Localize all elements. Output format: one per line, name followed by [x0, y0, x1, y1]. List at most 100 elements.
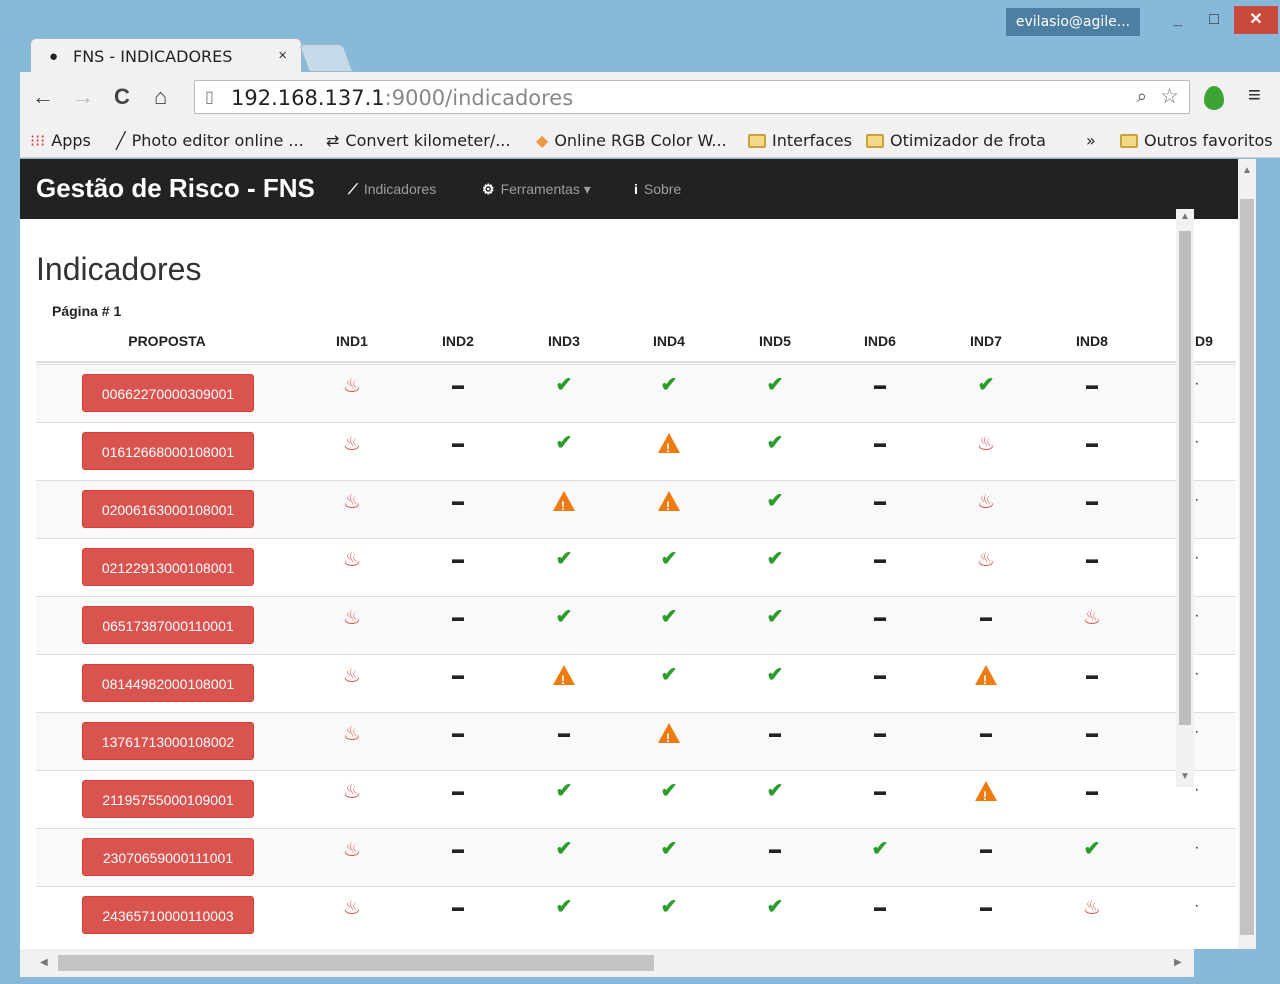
close-tab-icon[interactable]: ×	[278, 47, 287, 64]
fire-icon: ♨	[343, 895, 361, 919]
browser-toolbar: ← → C ⌂ ▯ 192.168.137.1:9000/indicadores…	[20, 72, 1280, 126]
dash-icon: ▬	[874, 494, 886, 508]
color-diamond-icon: ◆	[536, 131, 549, 150]
column-header-ind3: IND3	[548, 333, 580, 349]
fire-icon: ♨	[977, 489, 995, 513]
fire-icon: ♨	[977, 431, 995, 455]
fire-icon: ♨	[343, 721, 361, 745]
check-icon: ✔	[660, 548, 678, 570]
nav-ferramentas[interactable]: ⚙ Ferramentas ▾	[482, 181, 591, 198]
bookmark-apps[interactable]: ⁝⁝⁝ Apps	[30, 131, 91, 150]
table-header: PROPOSTA IND1 IND2 IND3 IND4 IND5 IND6 IND7 IND8…	[36, 327, 1236, 363]
dash-icon: ▬	[452, 552, 464, 566]
horizontal-scrollbar[interactable]: ◀ ▶	[20, 949, 1194, 977]
page-scroll-up-icon[interactable]: ▲	[1242, 165, 1252, 176]
page-icon: ▯	[205, 89, 214, 106]
dash-icon: ▬	[874, 436, 886, 450]
proposta-button[interactable]: 24365710000110003	[82, 896, 254, 934]
bookmark-rgb-color[interactable]: ◆ Online RGB Color W...	[536, 131, 727, 150]
dash-icon: ▬	[980, 900, 992, 914]
table-scrollbar[interactable]: ▲ ▼	[1176, 209, 1194, 787]
dash-icon: ▬	[874, 552, 886, 566]
scroll-left-icon[interactable]: ◀	[40, 957, 48, 968]
fire-icon: ♨	[343, 837, 361, 861]
dash-icon: ▬	[452, 494, 464, 508]
proposta-button[interactable]: 02006163000108001	[82, 490, 254, 528]
column-header-ind2: IND2	[442, 333, 474, 349]
menu-icon[interactable]: ≡	[1248, 82, 1261, 108]
page-scroll-thumb[interactable]	[1240, 199, 1254, 935]
dash-icon: ▬	[1086, 378, 1098, 392]
check-icon: ✔	[660, 664, 678, 686]
scroll-right-icon[interactable]: ▶	[1174, 957, 1182, 968]
bookmark-convert[interactable]: ⇄ Convert kilometer/...	[326, 131, 510, 150]
url-text: 192.168.137.1:9000/indicadores	[231, 86, 574, 110]
evernote-extension-icon[interactable]	[1204, 86, 1224, 110]
table-row: 21195755000109001♨▬✔✔✔▬▬·	[36, 770, 1236, 828]
bookmark-otimizador[interactable]: Otimizador de frota	[866, 131, 1046, 150]
bookmark-photo-editor[interactable]: ╱ Photo editor online ...	[116, 131, 304, 150]
minimize-button[interactable]: _	[1160, 6, 1196, 34]
table-row: 00662270000309001 ♨ ▬ ✔ ✔ ✔ ▬ ✔ ▬ ·	[36, 364, 1236, 422]
dash-icon: ▬	[452, 726, 464, 740]
check-icon: ✔	[660, 780, 678, 802]
dash-icon: ▬	[1086, 726, 1098, 740]
dash-icon: ▬	[452, 784, 464, 798]
column-header-ind5: IND5	[759, 333, 791, 349]
close-window-button[interactable]: ✕	[1234, 6, 1278, 34]
dash-icon: ▬	[980, 726, 992, 740]
proposta-button[interactable]: 06517387000110001	[82, 606, 254, 644]
browser-tab[interactable]: ● FNS - INDICADORES ×	[30, 38, 302, 74]
warning-icon	[654, 489, 684, 519]
scroll-down-icon[interactable]: ▼	[1180, 771, 1190, 782]
proposta-button[interactable]: 13761713000108002	[82, 722, 254, 760]
table-scroll-thumb[interactable]	[1179, 231, 1191, 725]
back-icon[interactable]: ←	[32, 84, 54, 110]
maximize-button[interactable]: □	[1196, 6, 1232, 34]
proposta-button[interactable]: 01612668000108001	[82, 432, 254, 470]
info-icon: i	[634, 181, 638, 197]
bookmarks-overflow[interactable]: »	[1086, 131, 1096, 150]
bookmark-interfaces[interactable]: Interfaces	[748, 131, 852, 150]
apps-grid-icon: ⁝⁝⁝	[30, 131, 46, 150]
check-icon: ✔	[555, 548, 573, 570]
horizontal-scroll-thumb[interactable]	[58, 955, 654, 971]
dash-icon: ▬	[769, 726, 781, 740]
new-tab-button[interactable]	[298, 44, 354, 72]
dash-icon: ▬	[874, 900, 886, 914]
dash-icon: ▬	[452, 842, 464, 856]
page-title: Indicadores	[36, 251, 202, 287]
bookmark-outros-favoritos[interactable]: Outros favoritos	[1120, 131, 1273, 150]
profile-badge[interactable]: evilasio@agile...	[1006, 8, 1140, 36]
reload-icon[interactable]: C	[114, 84, 130, 110]
check-icon: ✔	[1083, 838, 1101, 860]
ind9-partial-icon: ·	[1195, 843, 1199, 854]
check-icon: ✔	[766, 664, 784, 686]
gears-icon: ⚙	[482, 181, 495, 197]
dash-icon: ▬	[452, 900, 464, 914]
dash-icon: ▬	[452, 668, 464, 682]
forward-icon[interactable]: →	[72, 84, 94, 110]
location-pin-icon: ●	[49, 48, 59, 65]
column-header-proposta: PROPOSTA	[128, 333, 206, 349]
proposta-button[interactable]: 23070659000111001	[82, 838, 254, 876]
proposta-button[interactable]: 08144982000108001	[82, 664, 254, 702]
proposta-button[interactable]: 02122913000108001	[82, 548, 254, 586]
scroll-up-icon[interactable]: ▲	[1180, 211, 1190, 222]
folder-icon	[748, 134, 766, 148]
home-icon[interactable]: ⌂	[154, 84, 167, 110]
check-icon: ✔	[660, 896, 678, 918]
page-scrollbar[interactable]: ▲	[1238, 159, 1256, 949]
star-icon[interactable]: ☆	[1160, 84, 1179, 109]
proposta-button[interactable]: 00662270000309001	[82, 374, 254, 412]
brand[interactable]: Gestão de Risco - FNS	[36, 173, 315, 204]
proposta-button[interactable]: 21195755000109001	[82, 780, 254, 818]
brush-icon: ╱	[116, 131, 126, 150]
fire-icon: ♨	[1083, 895, 1101, 919]
address-bar[interactable]: ▯ 192.168.137.1:9000/indicadores ⌕ ☆	[194, 80, 1190, 114]
nav-sobre[interactable]: i Sobre	[634, 181, 681, 197]
nav-indicadores[interactable]: ⟋ Indicadores	[348, 181, 436, 198]
check-icon: ✔	[660, 838, 678, 860]
zoom-icon[interactable]: ⌕	[1137, 86, 1147, 107]
fire-icon: ♨	[343, 547, 361, 571]
